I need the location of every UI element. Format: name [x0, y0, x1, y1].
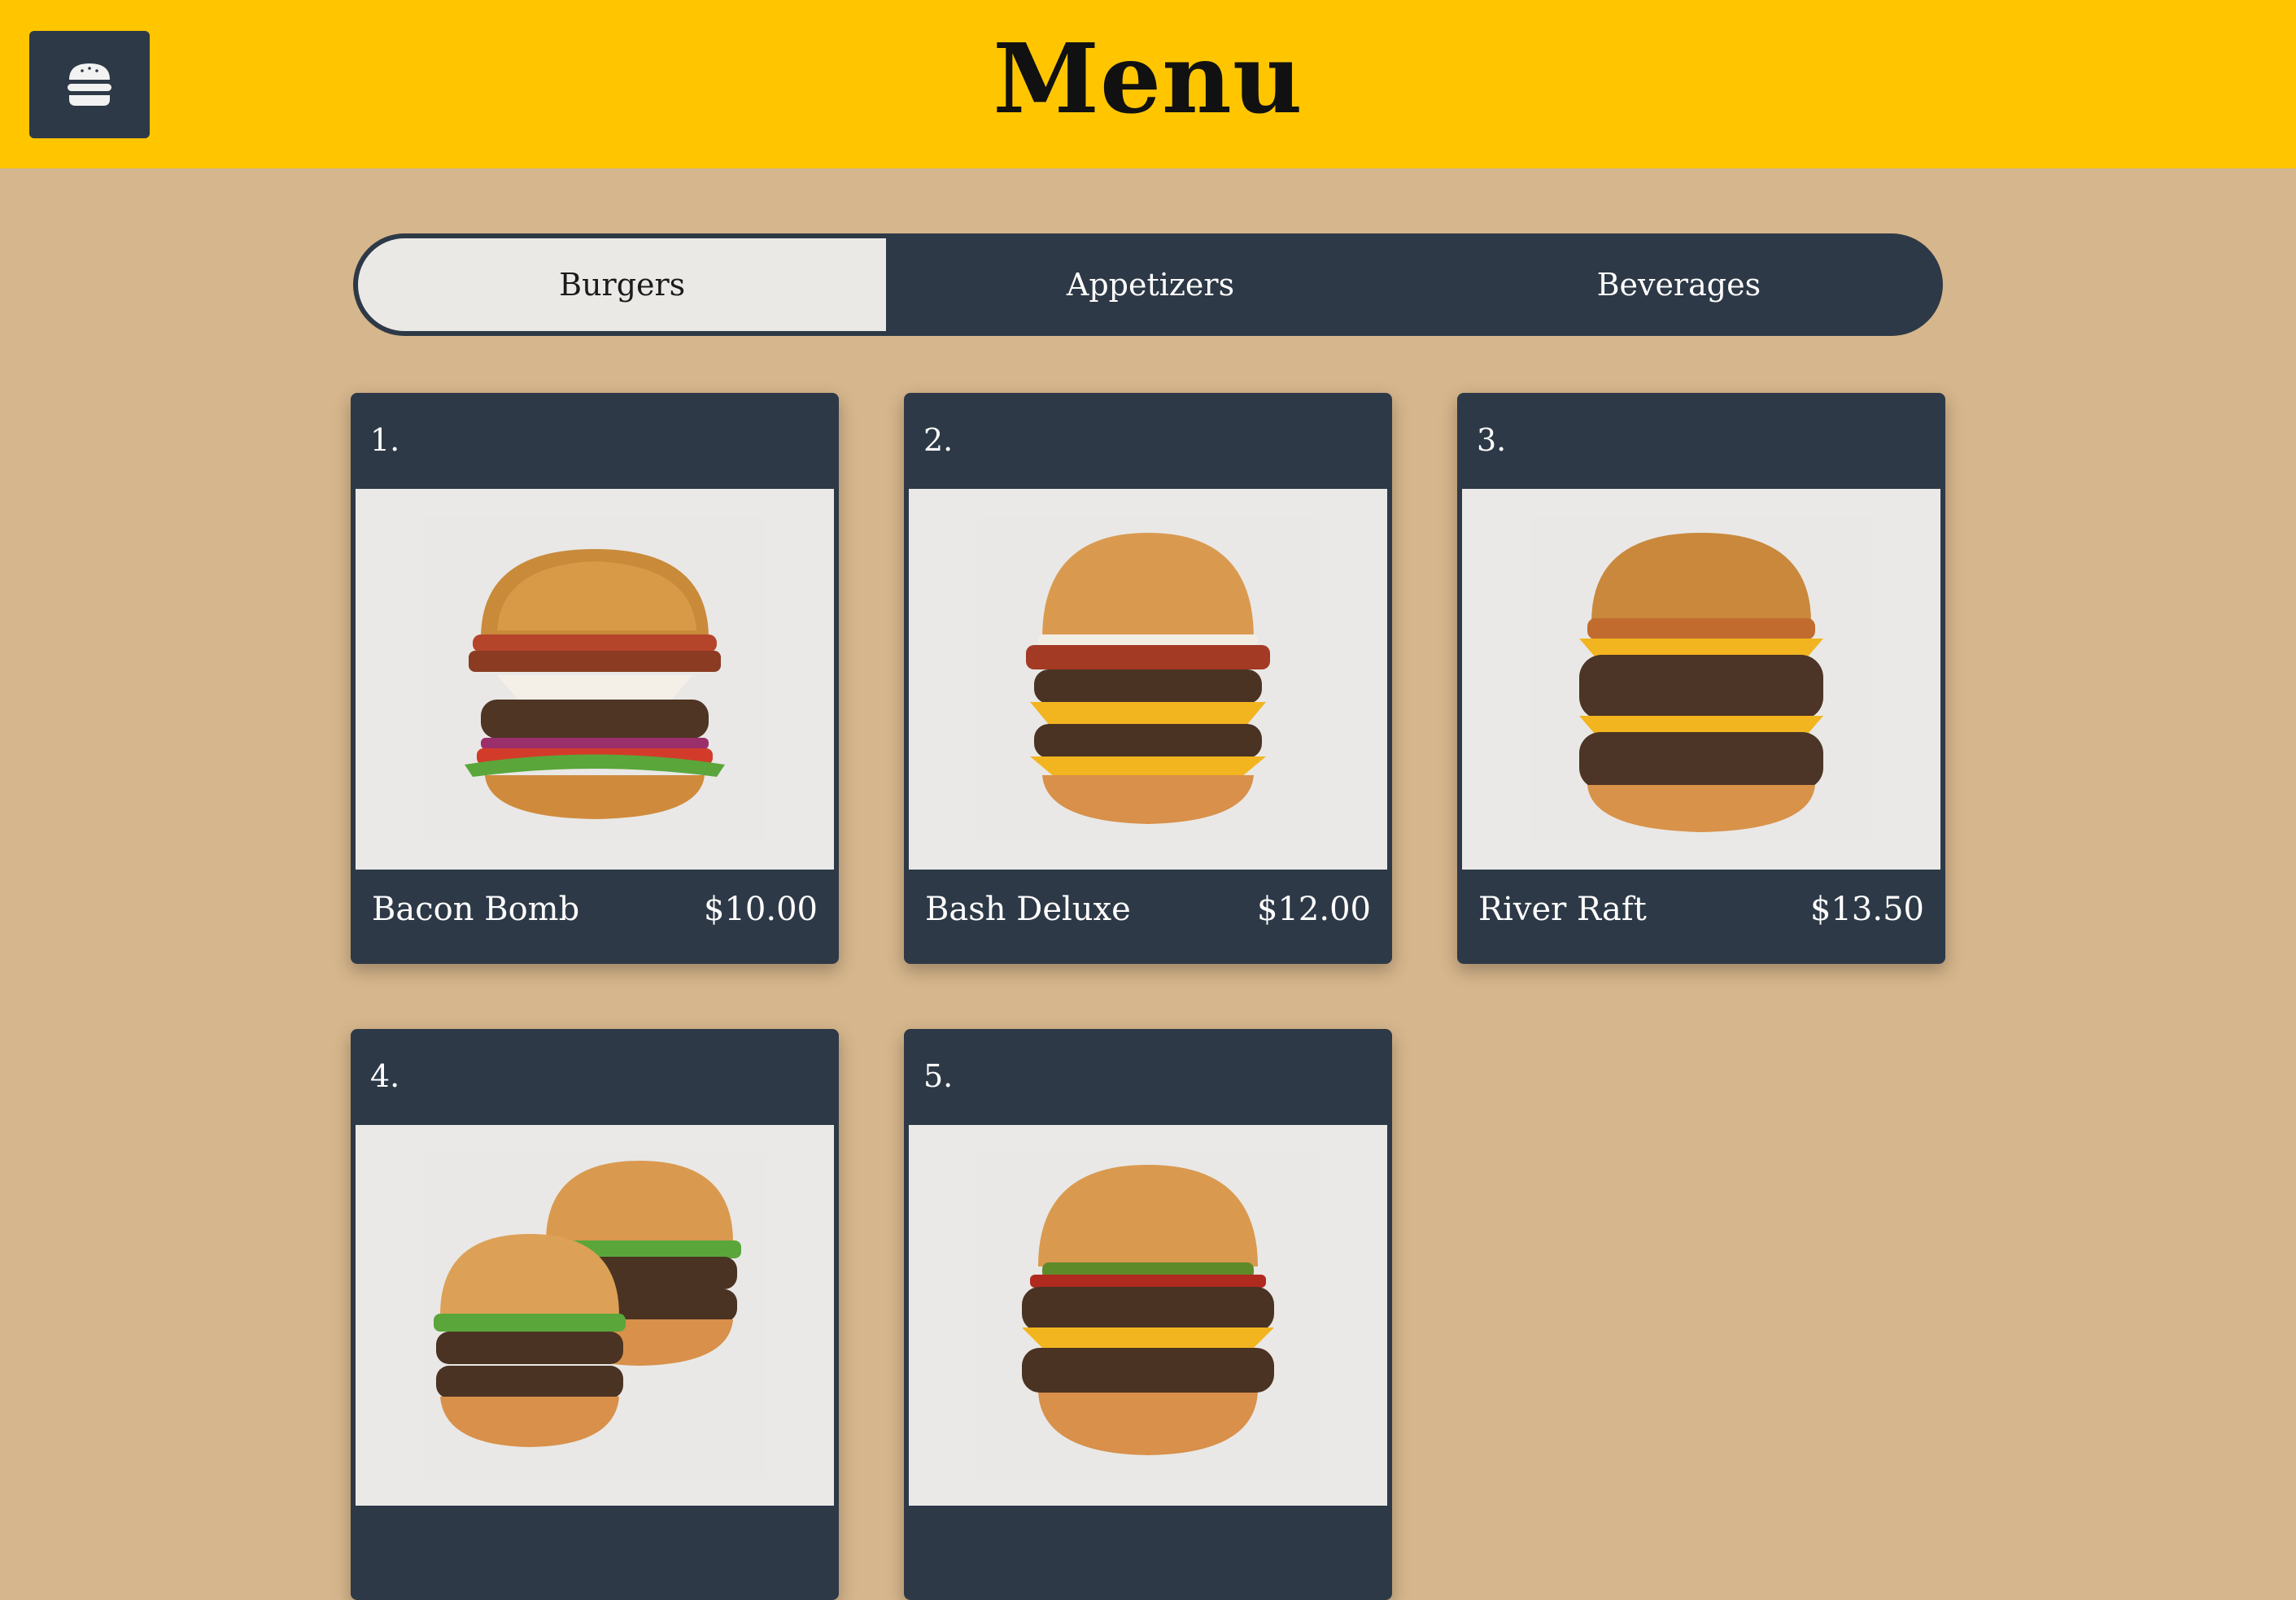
bacon-burger-photo — [424, 517, 766, 842]
item-number: 4. — [370, 1058, 400, 1094]
two-burgers-photo — [424, 1153, 766, 1478]
page-title: Menu — [993, 22, 1303, 135]
item-image — [1462, 489, 1940, 870]
double-cheeseburger-onions-photo — [1530, 517, 1872, 842]
item-number: 5. — [923, 1058, 954, 1094]
menu-item-card[interactable]: 4. — [351, 1029, 839, 1600]
item-number: 3. — [1477, 422, 1507, 458]
menu-item-card[interactable]: 1. Bacon Bomb $10.00 — [351, 393, 839, 964]
item-image — [356, 489, 834, 870]
menu-item-card[interactable]: 5. — [904, 1029, 1392, 1600]
item-image — [356, 1125, 834, 1506]
item-image — [909, 489, 1387, 870]
tab-appetizers[interactable]: Appetizers — [886, 233, 1414, 336]
item-image — [909, 1125, 1387, 1506]
double-cheeseburger-pickles-photo — [977, 1153, 1319, 1478]
menu-item-card[interactable]: 2. Bash Deluxe $12.00 — [904, 393, 1392, 964]
item-name: Bash Deluxe — [925, 891, 1131, 928]
category-tabs: Burgers Appetizers Beverages — [353, 233, 1943, 336]
menu-item-card[interactable]: 3. River Raft $13.50 — [1457, 393, 1945, 964]
double-bacon-cheeseburger-photo — [977, 517, 1319, 842]
item-number: 2. — [923, 422, 954, 458]
tab-burgers[interactable]: Burgers — [358, 238, 887, 331]
item-number: 1. — [370, 422, 400, 458]
item-name: Bacon Bomb — [372, 891, 580, 928]
item-price: $10.00 — [704, 891, 818, 928]
item-price: $13.50 — [1810, 891, 1924, 928]
tab-beverages[interactable]: Beverages — [1415, 233, 1943, 336]
header-bar: Menu — [0, 0, 2296, 168]
item-price: $12.00 — [1257, 891, 1371, 928]
item-name: River Raft — [1478, 891, 1647, 928]
